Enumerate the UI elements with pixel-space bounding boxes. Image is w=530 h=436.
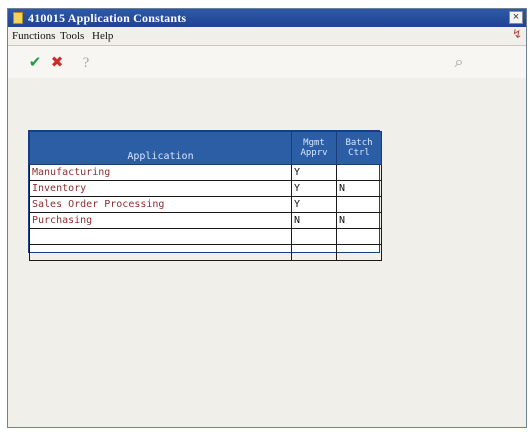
window-title: 410015 Application Constants bbox=[28, 11, 187, 25]
menu-bar: Functions Tools Help ↯ bbox=[8, 27, 526, 46]
window-resize-icon: ↯ bbox=[511, 27, 522, 41]
app-window: 410015 Application Constants × Functions… bbox=[7, 8, 527, 428]
cancel-button[interactable]: ✖ bbox=[46, 52, 68, 74]
cell-mgmt-apprv[interactable] bbox=[291, 228, 337, 245]
close-button[interactable]: × bbox=[509, 11, 523, 24]
cell-batch-ctrl[interactable] bbox=[336, 228, 382, 245]
cell-application bbox=[29, 228, 292, 245]
cell-batch-ctrl[interactable]: N bbox=[336, 212, 382, 229]
header-batch-ctrl: Batch Ctrl bbox=[336, 131, 382, 165]
cell-application: Sales Order Processing bbox=[29, 196, 292, 213]
cell-application: Manufacturing bbox=[29, 164, 292, 181]
cell-batch-ctrl[interactable] bbox=[336, 196, 382, 213]
cell-mgmt-apprv[interactable]: Y bbox=[291, 180, 337, 197]
cell-batch-ctrl[interactable] bbox=[336, 164, 382, 181]
grid-table: Application Mgmt Apprv Batch Ctrl Manufa… bbox=[29, 131, 382, 261]
table-row[interactable] bbox=[29, 244, 382, 261]
cell-application: Inventory bbox=[29, 180, 292, 197]
table-row[interactable]: Inventory Y N bbox=[29, 180, 382, 197]
cell-mgmt-apprv[interactable] bbox=[291, 244, 337, 261]
cell-application bbox=[29, 244, 292, 261]
help-button[interactable]: ? bbox=[75, 52, 97, 74]
title-bar: 410015 Application Constants × bbox=[8, 9, 526, 27]
table-row[interactable] bbox=[29, 228, 382, 245]
cell-application: Purchasing bbox=[29, 212, 292, 229]
cell-batch-ctrl[interactable]: N bbox=[336, 180, 382, 197]
toolbar: ✔ ✖ ? ⌕ bbox=[8, 46, 526, 78]
header-mgmt-apprv: Mgmt Apprv bbox=[291, 131, 337, 165]
menu-help[interactable]: Help bbox=[92, 30, 113, 42]
table-row[interactable]: Sales Order Processing Y bbox=[29, 196, 382, 213]
cell-batch-ctrl[interactable] bbox=[336, 244, 382, 261]
table-row[interactable]: Manufacturing Y bbox=[29, 164, 382, 181]
table-row[interactable]: Purchasing N N bbox=[29, 212, 382, 229]
app-icon bbox=[13, 12, 23, 24]
menu-functions[interactable]: Functions bbox=[12, 30, 55, 42]
menu-tools[interactable]: Tools bbox=[60, 30, 84, 42]
search-button[interactable]: ⌕ bbox=[448, 52, 470, 74]
application-constants-grid: Application Mgmt Apprv Batch Ctrl Manufa… bbox=[28, 130, 382, 261]
ok-button[interactable]: ✔ bbox=[24, 52, 46, 74]
cell-mgmt-apprv[interactable]: Y bbox=[291, 164, 337, 181]
cell-mgmt-apprv[interactable]: Y bbox=[291, 196, 337, 213]
header-application: Application bbox=[29, 131, 292, 165]
cell-mgmt-apprv[interactable]: N bbox=[291, 212, 337, 229]
